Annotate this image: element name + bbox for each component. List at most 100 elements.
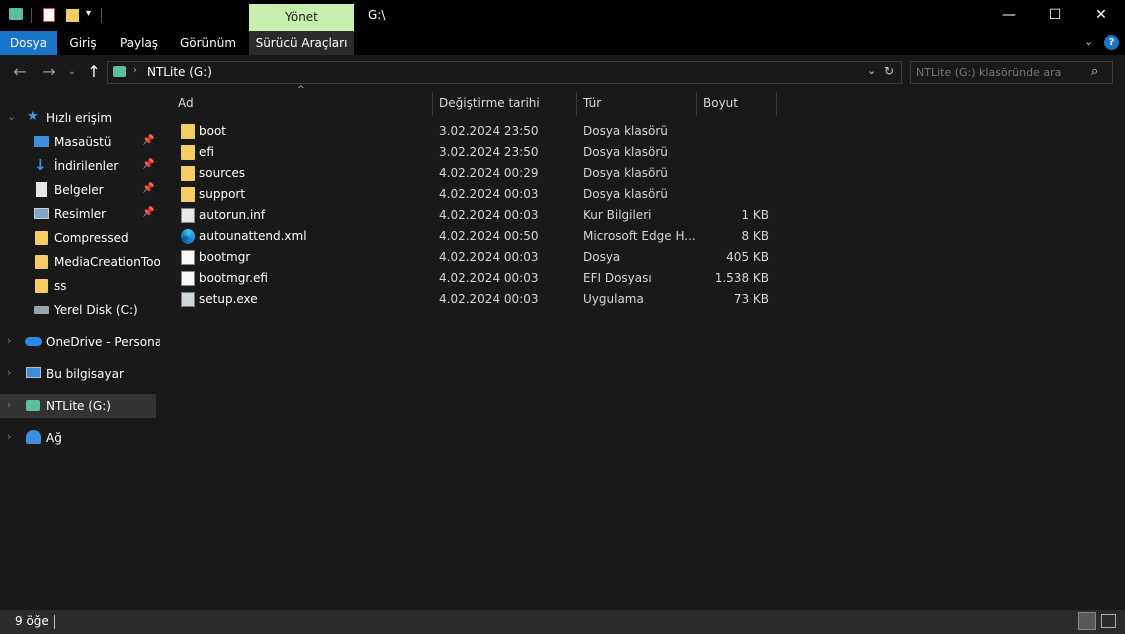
large-icons-view-icon[interactable] <box>1101 614 1116 628</box>
file-type: Kur Bilgileri <box>583 208 652 222</box>
qat-customize-icon[interactable]: ▾ <box>86 8 91 19</box>
nav-network[interactable]: › Ağ <box>0 426 158 450</box>
file-row[interactable]: autorun.inf 4.02.2024 00:03 Kur Bilgiler… <box>176 205 776 226</box>
download-icon: ↓ <box>34 156 47 174</box>
file-row[interactable]: bootmgr.efi 4.02.2024 00:03 EFI Dosyası … <box>176 268 776 289</box>
tab-share[interactable]: Paylaş <box>114 31 164 55</box>
file-row[interactable]: setup.exe 4.02.2024 00:03 Uygulama 73 KB <box>176 289 776 310</box>
minimize-button[interactable]: — <box>986 0 1032 31</box>
pin-icon[interactable]: 📌 <box>142 135 154 146</box>
folder-icon <box>181 145 195 160</box>
breadcrumb-current[interactable]: NTLite (G:) <box>147 65 212 79</box>
file-icon <box>181 250 195 265</box>
column-header-name[interactable]: Ad <box>178 92 428 114</box>
column-divider[interactable] <box>696 92 697 116</box>
tab-view[interactable]: Görünüm <box>175 31 241 55</box>
nav-item-downloads[interactable]: ↓ İndirilenler 📌 <box>0 154 158 178</box>
file-date: 4.02.2024 00:03 <box>439 271 539 285</box>
nav-item-desktop[interactable]: Masaüstü 📌 <box>0 130 158 154</box>
file-row[interactable]: support 4.02.2024 00:03 Dosya klasörü <box>176 184 776 205</box>
status-separator <box>54 615 55 629</box>
pin-icon[interactable]: 📌 <box>142 207 154 218</box>
nav-label: İndirilenler <box>54 159 119 173</box>
pictures-icon <box>34 208 49 219</box>
file-row[interactable]: autounattend.xml 4.02.2024 00:50 Microso… <box>176 226 776 247</box>
setup-icon <box>181 292 195 307</box>
pin-icon[interactable]: 📌 <box>142 159 154 170</box>
file-name: autorun.inf <box>199 208 266 222</box>
file-name: bootmgr <box>199 250 251 264</box>
file-row[interactable]: bootmgr 4.02.2024 00:03 Dosya 405 KB <box>176 247 776 268</box>
search-icon[interactable]: ⌕ <box>1091 64 1098 79</box>
back-button[interactable]: ← <box>9 62 31 82</box>
nav-quick-access[interactable]: ⌄ ★ Hızlı erişim <box>0 106 158 130</box>
file-type: Dosya klasörü <box>583 145 668 159</box>
maximize-button[interactable]: ☐ <box>1032 0 1078 31</box>
file-type: Dosya klasörü <box>583 187 668 201</box>
chevron-right-icon[interactable]: › <box>7 334 11 347</box>
column-divider[interactable] <box>576 92 577 116</box>
nav-label: Compressed <box>54 231 129 245</box>
drive-icon <box>113 66 126 77</box>
qat-separator <box>31 8 32 23</box>
up-button[interactable]: ↑ <box>83 62 105 82</box>
search-input[interactable] <box>916 62 1086 83</box>
forward-button[interactable]: → <box>38 62 60 82</box>
refresh-icon[interactable]: ↻ <box>884 64 894 78</box>
close-button[interactable]: ✕ <box>1078 0 1124 31</box>
desktop-icon <box>34 136 49 147</box>
tab-file[interactable]: Dosya <box>0 31 57 55</box>
address-history-icon[interactable]: ⌄ <box>867 64 876 77</box>
column-divider[interactable] <box>432 92 433 116</box>
help-icon[interactable]: ? <box>1104 35 1119 50</box>
file-name: setup.exe <box>199 292 258 306</box>
nav-item-compressed[interactable]: Compressed <box>0 226 158 250</box>
column-divider[interactable] <box>776 92 777 116</box>
nav-item-pictures[interactable]: Resimler 📌 <box>0 202 158 226</box>
nav-this-pc[interactable]: › Bu bilgisayar <box>0 362 158 386</box>
nav-onedrive[interactable]: › OneDrive - Personal <box>0 330 165 354</box>
tab-drive-tools[interactable]: Sürücü Araçları <box>249 31 354 55</box>
file-type: Dosya <box>583 250 621 264</box>
chevron-right-icon[interactable]: › <box>7 430 11 443</box>
nav-item-local-disk[interactable]: Yerel Disk (C:) <box>0 298 158 322</box>
nav-label: NTLite (G:) <box>46 399 111 413</box>
tab-home[interactable]: Giriş <box>62 31 104 55</box>
nav-item-ss[interactable]: ss <box>0 274 158 298</box>
nav-item-documents[interactable]: Belgeler 📌 <box>0 178 158 202</box>
address-bar[interactable]: › NTLite (G:) ⌄ ↻ <box>107 61 902 84</box>
edge-icon <box>181 229 195 244</box>
chevron-down-icon[interactable]: ⌄ <box>7 110 16 123</box>
column-header-date[interactable]: Değiştirme tarihi <box>439 92 569 114</box>
pin-icon[interactable]: 📌 <box>142 183 154 194</box>
nav-label: Masaüstü <box>54 135 112 149</box>
recent-locations-icon[interactable]: ⌄ <box>64 62 80 82</box>
file-row[interactable]: sources 4.02.2024 00:29 Dosya klasörü <box>176 163 776 184</box>
column-header-size[interactable]: Boyut <box>703 92 773 114</box>
ribbon-expand-icon[interactable]: ⌄ <box>1084 35 1093 48</box>
properties-icon[interactable] <box>43 8 55 22</box>
chevron-right-icon[interactable]: › <box>7 398 11 411</box>
file-name: autounattend.xml <box>199 229 307 243</box>
details-view-icon[interactable] <box>1078 612 1096 630</box>
nav-label: Bu bilgisayar <box>46 367 124 381</box>
folder-icon <box>35 255 48 269</box>
file-row[interactable]: boot 3.02.2024 23:50 Dosya klasörü <box>176 121 776 142</box>
file-type: Microsoft Edge H... <box>583 229 696 243</box>
computer-icon <box>26 367 41 378</box>
folder-icon <box>181 166 195 181</box>
search-box[interactable]: ⌕ <box>910 61 1113 84</box>
window-title: G:\ <box>368 8 386 22</box>
file-date: 4.02.2024 00:03 <box>439 292 539 306</box>
column-header-type[interactable]: Tür <box>583 92 693 114</box>
drive-icon <box>34 306 49 314</box>
new-folder-icon[interactable] <box>66 9 79 22</box>
nav-item-mediacreationtool[interactable]: MediaCreationTool. <box>0 250 168 274</box>
ribbon-tab-bar <box>0 31 1125 55</box>
nav-ntlite-drive[interactable]: › NTLite (G:) <box>0 394 156 418</box>
file-row[interactable]: efi 3.02.2024 23:50 Dosya klasörü <box>176 142 776 163</box>
context-tab-manage[interactable]: Yönet <box>249 4 354 31</box>
chevron-right-icon[interactable]: › <box>7 366 11 379</box>
file-icon <box>181 271 195 286</box>
nav-label: MediaCreationTool. <box>54 255 168 269</box>
